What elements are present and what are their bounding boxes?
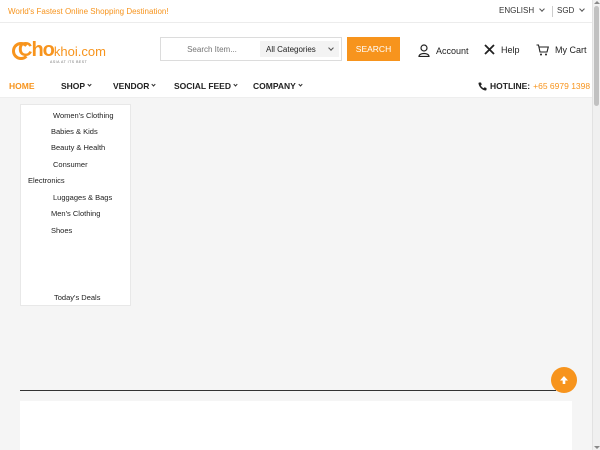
- search-bar: All Categories: [160, 37, 342, 61]
- site-logo[interactable]: Chokhoi.com ASIA AT ITS BEST: [12, 37, 107, 64]
- nav-item-company[interactable]: COMPANY: [253, 81, 303, 91]
- currency-label: SGD: [557, 6, 575, 15]
- category-item-beauty-health[interactable]: Beauty & Health: [51, 143, 105, 152]
- language-selector[interactable]: ENGLISH: [499, 6, 545, 15]
- nav-item-vendor[interactable]: VENDOR: [113, 81, 156, 91]
- currency-selector[interactable]: SGD: [557, 6, 586, 15]
- nav-item-social-feed[interactable]: SOCIAL FEED: [174, 81, 238, 91]
- site-header: Chokhoi.com ASIA AT ITS BEST All Categor…: [0, 23, 592, 74]
- category-item-consumer[interactable]: Consumer: [53, 160, 88, 169]
- hotline-label: HOTLINE:: [490, 81, 531, 91]
- chevron-down-icon: [151, 82, 156, 87]
- section-divider: [20, 390, 556, 391]
- nav-item-home[interactable]: HOME: [9, 81, 35, 91]
- topbar-separator: [552, 6, 553, 17]
- chevron-down-icon: [579, 6, 586, 12]
- hotline[interactable]: HOTLINE: +65 6979 1398: [478, 81, 590, 91]
- account-link[interactable]: Account: [418, 44, 469, 57]
- top-bar: World's Fastest Online Shopping Destinat…: [0, 0, 592, 23]
- arrow-up-icon: [560, 376, 568, 384]
- help-link[interactable]: Help: [484, 44, 520, 55]
- scroll-up-icon[interactable]: [594, 1, 600, 4]
- category-item-shoes[interactable]: Shoes: [51, 226, 72, 235]
- content-card: [20, 401, 572, 450]
- category-item-todays-deals[interactable]: Today's Deals: [54, 293, 100, 302]
- language-label: ENGLISH: [499, 6, 535, 15]
- logo-text: Chokhoi.com: [18, 39, 106, 61]
- category-item-electronics[interactable]: Electronics: [28, 176, 65, 185]
- logo-tagline: ASIA AT ITS BEST: [50, 60, 88, 64]
- cart-link[interactable]: My Cart: [536, 44, 587, 56]
- category-item-mens-clothing[interactable]: Men's Clothing: [51, 209, 100, 218]
- account-label: Account: [436, 45, 469, 56]
- cart-icon: [536, 44, 549, 56]
- chevron-down-icon: [539, 6, 545, 12]
- cart-label: My Cart: [555, 45, 587, 55]
- scroll-down-icon[interactable]: [594, 446, 600, 449]
- category-item-luggages-bags[interactable]: Luggages & Bags: [53, 193, 112, 202]
- search-input[interactable]: [167, 41, 257, 57]
- nav-item-label: SOCIAL FEED: [174, 81, 231, 91]
- category-item-womens-clothing[interactable]: Women's Clothing: [53, 111, 114, 120]
- close-x-icon: [484, 44, 495, 55]
- site-slogan: World's Fastest Online Shopping Destinat…: [8, 7, 169, 16]
- category-select[interactable]: All Categories: [260, 41, 339, 57]
- chevron-down-icon: [328, 44, 334, 51]
- chevron-down-icon: [87, 82, 92, 87]
- nav-item-label: SHOP: [61, 81, 86, 91]
- chevron-down-icon: [233, 82, 238, 87]
- user-icon: [418, 44, 430, 57]
- main-nav: HOME SHOP VENDOR SOCIAL FEED COMPANY HOT…: [0, 74, 592, 98]
- nav-item-shop[interactable]: SHOP: [61, 81, 92, 91]
- category-select-value: All Categories: [266, 44, 316, 54]
- help-label: Help: [501, 44, 520, 55]
- category-item-babies-kids[interactable]: Babies & Kids: [51, 127, 98, 136]
- hotline-number: +65 6979 1398: [533, 81, 591, 91]
- page-scrollbar[interactable]: [592, 0, 600, 450]
- nav-item-label: HOME: [9, 81, 35, 91]
- scrollbar-thumb[interactable]: [594, 6, 599, 106]
- nav-item-label: COMPANY: [253, 81, 296, 91]
- category-menu: Women's Clothing Babies & Kids Beauty & …: [20, 104, 131, 306]
- phone-icon: [478, 82, 487, 91]
- search-button[interactable]: SEARCH: [347, 37, 400, 61]
- nav-item-label: VENDOR: [113, 81, 150, 91]
- chevron-down-icon: [298, 82, 303, 87]
- scroll-to-top-button[interactable]: [551, 367, 577, 393]
